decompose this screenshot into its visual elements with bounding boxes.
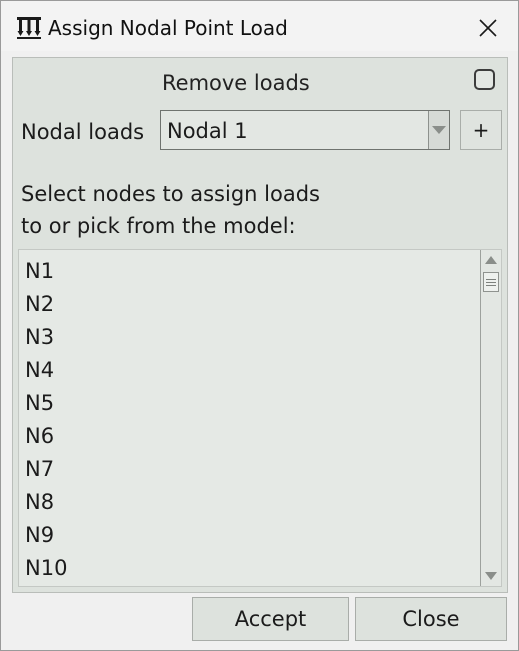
node-list[interactable]: N1 N2 N3 N4 N5 N6 N7 N8 N9 N10	[18, 249, 502, 587]
grip-line	[486, 279, 496, 280]
list-item[interactable]: N7	[25, 456, 54, 482]
list-item[interactable]: N6	[25, 423, 54, 449]
nodal-loads-value: Nodal 1	[167, 119, 248, 143]
dialog-body: Remove loads Nodal loads Nodal 1 + Selec…	[12, 57, 508, 593]
accept-button[interactable]: Accept	[192, 597, 349, 641]
nodal-loads-select[interactable]: Nodal 1	[160, 110, 450, 150]
instructions-text: Select nodes to assign loads to or pick …	[21, 178, 351, 242]
dropdown-arrow-icon[interactable]	[428, 111, 449, 149]
nodal-load-icon	[17, 17, 41, 39]
list-item[interactable]: N9	[25, 522, 54, 548]
title-bar: Assign Nodal Point Load	[1, 1, 518, 51]
list-item[interactable]: N2	[25, 291, 54, 317]
list-item[interactable]: N3	[25, 324, 54, 350]
add-nodal-load-button[interactable]: +	[460, 110, 502, 150]
instructions-line-2: to or pick from the model:	[21, 214, 296, 238]
list-item[interactable]: N4	[25, 357, 54, 383]
list-item[interactable]: N8	[25, 489, 54, 515]
instructions-line-1: Select nodes to assign loads	[21, 182, 320, 206]
scroll-down-icon[interactable]	[481, 566, 501, 586]
remove-loads-checkbox[interactable]	[474, 69, 495, 90]
list-item[interactable]: N1	[25, 258, 54, 284]
nodal-loads-label: Nodal loads	[21, 120, 145, 144]
grip-line	[486, 285, 496, 286]
close-icon[interactable]	[471, 13, 505, 43]
window-title: Assign Nodal Point Load	[48, 16, 288, 40]
scrollbar-thumb[interactable]	[483, 272, 499, 292]
list-item[interactable]: N5	[25, 390, 54, 416]
close-button[interactable]: Close	[355, 597, 507, 641]
list-item[interactable]: N10	[25, 555, 67, 581]
scroll-up-icon[interactable]	[481, 250, 501, 270]
assign-nodal-point-load-dialog: Assign Nodal Point Load Remove loads Nod…	[0, 0, 519, 651]
grip-line	[486, 282, 496, 283]
node-list-scrollbar[interactable]	[480, 250, 501, 586]
remove-loads-label: Remove loads	[162, 71, 310, 95]
